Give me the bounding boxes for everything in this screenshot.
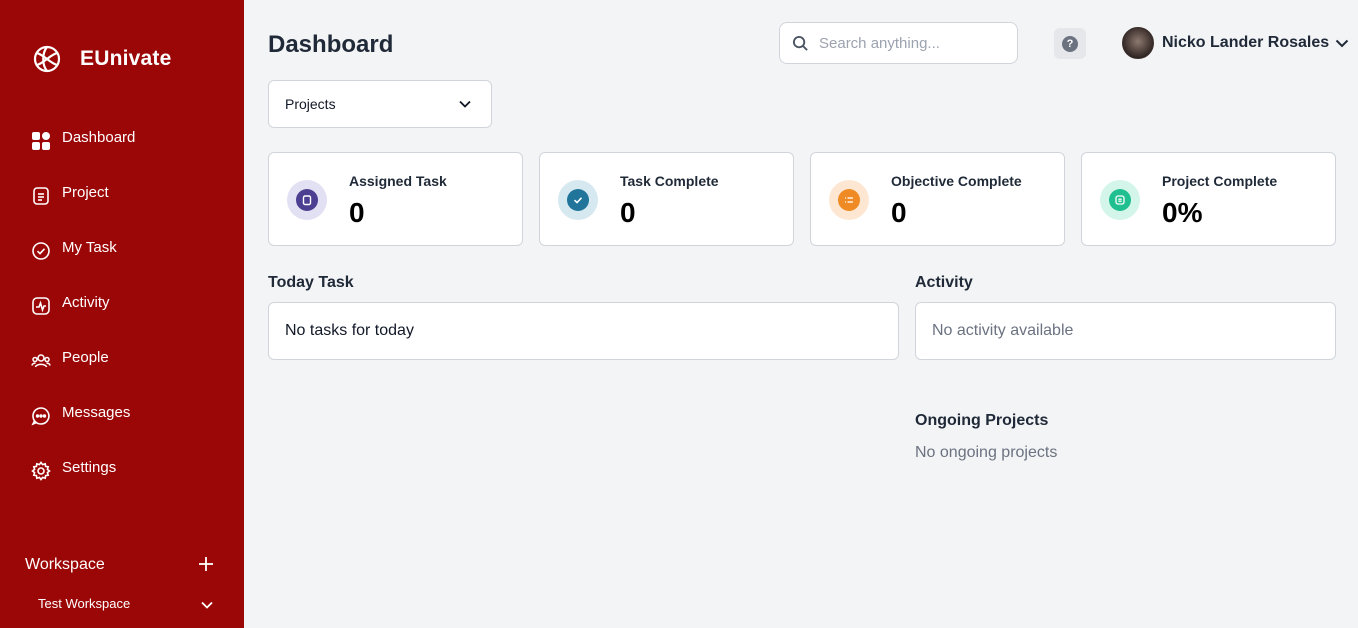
search-input[interactable]	[819, 34, 999, 52]
search-box[interactable]	[779, 22, 1018, 64]
today-task-panel: No tasks for today	[268, 302, 899, 360]
help-button[interactable]: ?	[1054, 28, 1086, 59]
stat-value: 0	[349, 197, 365, 228]
stat-card-task-complete: Task Complete 0	[539, 152, 794, 246]
grid-icon	[30, 130, 52, 152]
chat-icon	[30, 405, 52, 427]
activity-title: Activity	[915, 274, 973, 291]
list-icon	[829, 180, 869, 220]
today-task-empty: No tasks for today	[285, 322, 414, 339]
activity-empty: No activity available	[932, 322, 1074, 339]
sidebar-item-label: Dashboard	[62, 129, 136, 146]
today-task-title: Today Task	[268, 274, 354, 291]
user-name: Nicko Lander Rosales	[1162, 34, 1330, 51]
help-icon: ?	[1062, 35, 1078, 52]
sidebar-item-label: Messages	[62, 404, 131, 421]
stat-label: Assigned Task	[349, 173, 447, 189]
brand[interactable]: EUnivate	[32, 44, 171, 74]
ongoing-projects-title: Ongoing Projects	[915, 412, 1049, 429]
people-icon	[30, 350, 52, 372]
document-icon	[30, 185, 52, 207]
project-icon	[1100, 180, 1140, 220]
sidebar-item-project[interactable]: Project	[30, 168, 135, 223]
sidebar-nav: Dashboard Project My Task Activity Peopl…	[30, 113, 135, 498]
stat-value: 0%	[1162, 197, 1203, 228]
chevron-down-icon[interactable]	[199, 597, 215, 613]
search-icon	[792, 35, 808, 51]
dropdown-selected-value: Projects	[285, 96, 336, 112]
brand-logo-icon	[33, 45, 61, 73]
stat-label: Project Complete	[1162, 173, 1278, 189]
workspace-selector[interactable]: Test Workspace	[38, 596, 130, 611]
gear-icon	[30, 460, 52, 482]
sidebar-item-my-task[interactable]: My Task	[30, 223, 135, 278]
sidebar-item-settings[interactable]: Settings	[30, 443, 135, 498]
brand-name: EUnivate	[80, 47, 172, 70]
avatar	[1122, 27, 1154, 59]
sidebar-item-activity[interactable]: Activity	[30, 278, 135, 333]
sidebar-item-people[interactable]: People	[30, 333, 135, 388]
stat-card-project-complete: Project Complete 0%	[1081, 152, 1336, 246]
sidebar-item-label: My Task	[62, 239, 117, 256]
stat-card-objective-complete: Objective Complete 0	[810, 152, 1065, 246]
stat-card-assigned-task: Assigned Task 0	[268, 152, 523, 246]
stat-value: 0	[891, 197, 907, 228]
sidebar-item-label: Project	[62, 184, 109, 201]
sidebar-item-dashboard[interactable]: Dashboard	[30, 113, 135, 168]
stat-label: Task Complete	[620, 173, 719, 189]
chevron-down-icon	[459, 100, 471, 108]
activity-icon	[30, 295, 52, 317]
activity-panel: No activity available	[915, 302, 1336, 360]
check-circle-icon	[30, 240, 52, 262]
add-workspace-icon[interactable]	[196, 554, 216, 574]
project-filter-dropdown[interactable]: Projects	[268, 80, 492, 128]
user-menu[interactable]: Nicko Lander Rosales	[1122, 27, 1351, 59]
workspace-title: Workspace	[25, 556, 105, 573]
sidebar-item-label: Activity	[62, 294, 110, 311]
sidebar-item-label: People	[62, 349, 109, 366]
page-title: Dashboard	[268, 31, 394, 58]
stat-label: Objective Complete	[891, 173, 1022, 189]
sidebar: EUnivate Dashboard Project My Task Activ…	[0, 0, 244, 628]
sidebar-item-label: Settings	[62, 459, 117, 476]
clipboard-icon	[287, 180, 327, 220]
ongoing-projects-empty: No ongoing projects	[915, 444, 1058, 461]
check-badge-icon	[558, 180, 598, 220]
chevron-down-icon	[1335, 39, 1349, 48]
sidebar-item-messages[interactable]: Messages	[30, 388, 135, 443]
stat-value: 0	[620, 197, 636, 228]
